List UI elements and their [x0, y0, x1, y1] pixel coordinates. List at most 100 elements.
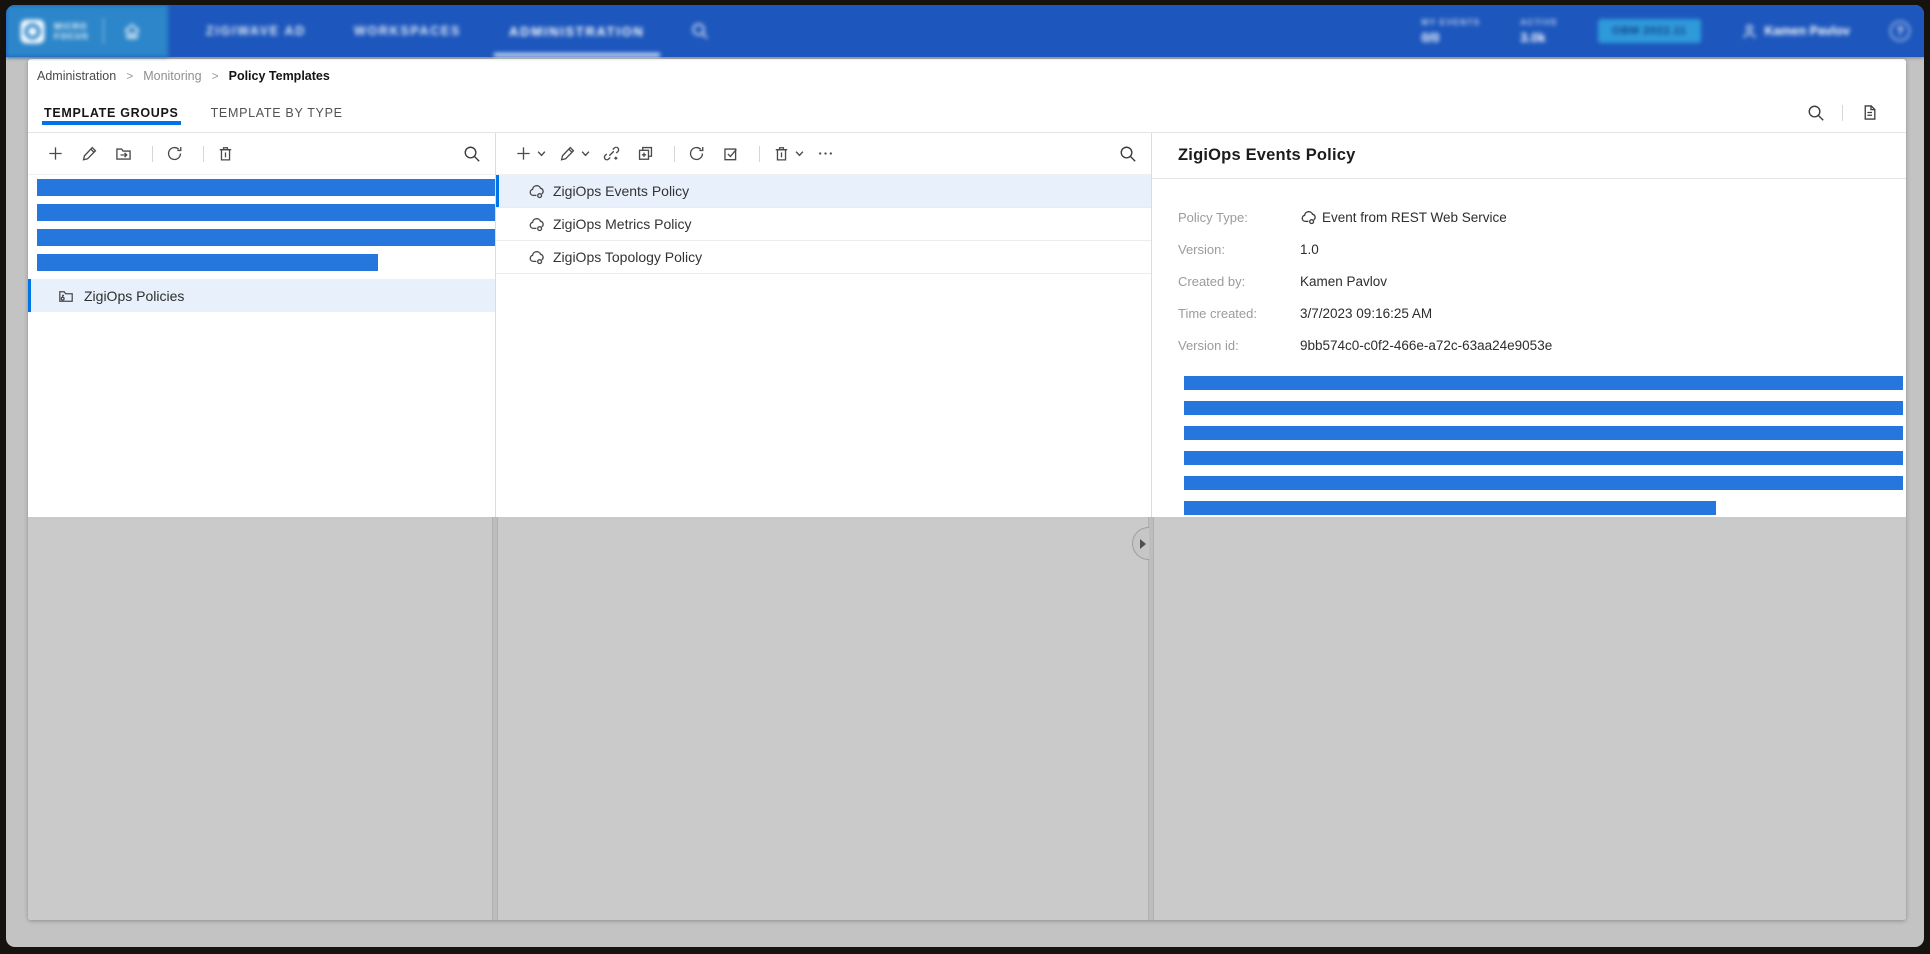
redacted-row [1184, 376, 1903, 390]
refresh-button[interactable] [161, 141, 187, 167]
assign-policy-button[interactable] [598, 141, 624, 167]
policy-row-zigiops-topology-policy[interactable]: ZigiOps Topology Policy [496, 241, 1151, 274]
help-icon[interactable]: ? [1890, 21, 1910, 41]
template-groups-panel: ZigiOps Policies [28, 133, 496, 517]
folder-move-icon [115, 145, 132, 162]
edit-group-button[interactable] [76, 141, 102, 167]
link-plus-icon [603, 145, 620, 162]
user-name: Kamen Pavlov [1765, 24, 1850, 38]
collapse-panel-handle[interactable] [1132, 527, 1149, 560]
user-icon [1741, 23, 1758, 40]
policy-list: ZigiOps Events Policy ZigiOps Metrics Pol… [496, 175, 1151, 274]
detail-label: Version: [1178, 242, 1300, 257]
more-actions-button[interactable] [812, 141, 838, 167]
redacted-row [37, 204, 495, 221]
policy-row-zigiops-metrics-policy[interactable]: ZigiOps Metrics Policy [496, 208, 1151, 241]
plus-icon [515, 145, 532, 162]
activate-policy-button[interactable] [717, 141, 743, 167]
report-button[interactable] [1856, 100, 1882, 126]
delete-policy-button[interactable] [768, 141, 804, 167]
panel-divider[interactable] [1148, 517, 1154, 920]
detail-row-version: Version:1.0 [1178, 233, 1906, 265]
breadcrumb-item-administration[interactable]: Administration [37, 69, 116, 83]
navbar-content: MICRO FOCUS ZIGIWAVE ADWORKSPACESADMINIS… [6, 5, 1924, 57]
groups-search-button[interactable] [463, 145, 481, 163]
breadcrumb-separator: > [126, 69, 133, 83]
tab-row: TEMPLATE GROUPS TEMPLATE BY TYPE [28, 93, 1906, 133]
top-navbar: MICRO FOCUS ZIGIWAVE ADWORKSPACESADMINIS… [6, 5, 1924, 57]
policy-name: ZigiOps Topology Policy [553, 249, 702, 265]
search-button[interactable] [1803, 100, 1829, 126]
policies-toolbar [496, 133, 1151, 175]
search-icon [1807, 104, 1825, 122]
tabs: TEMPLATE GROUPS TEMPLATE BY TYPE [42, 93, 373, 132]
cloud-policy-icon [528, 249, 544, 265]
breadcrumb: Administration>Monitoring>Policy Templat… [28, 59, 1906, 93]
policy-name: ZigiOps Events Policy [553, 183, 689, 199]
add-group-button[interactable] [42, 141, 68, 167]
brand-line2: FOCUS [54, 31, 89, 41]
stat-value: 3.0k [1520, 30, 1558, 45]
redacted-row [1184, 501, 1716, 515]
move-group-button[interactable] [110, 141, 136, 167]
policy-folder-icon [58, 288, 74, 304]
stat-value: 0/0 [1421, 30, 1480, 45]
detail-label: Time created: [1178, 306, 1300, 321]
redacted-row [1184, 476, 1903, 490]
nav-item-administration[interactable]: ADMINISTRATION [485, 5, 669, 57]
tab-template-groups[interactable]: TEMPLATE GROUPS [42, 93, 181, 132]
breadcrumb-item-monitoring[interactable]: Monitoring [143, 69, 201, 83]
detail-rows: Policy Type:Event from REST Web Service V… [1178, 201, 1906, 361]
policy-list-panel: ZigiOps Events Policy ZigiOps Metrics Pol… [496, 133, 1152, 517]
check-square-icon [722, 145, 739, 162]
group-row-zigiops-policies[interactable]: ZigiOps Policies [28, 279, 495, 312]
refresh-button[interactable] [683, 141, 709, 167]
nav-item-zigiwave-ad[interactable]: ZIGIWAVE AD [182, 5, 330, 57]
policy-details: ZigiOps Events Policy Policy Type:Event … [1152, 146, 1906, 515]
delete-group-button[interactable] [212, 141, 238, 167]
groups-toolbar [28, 133, 495, 175]
nav-stat-my-events[interactable]: MY EVENTS0/0 [1421, 17, 1480, 45]
policy-row-zigiops-events-policy[interactable]: ZigiOps Events Policy [496, 175, 1151, 208]
edit-policy-button[interactable] [554, 141, 590, 167]
breadcrumb-separator: > [212, 69, 219, 83]
home-icon[interactable] [122, 21, 142, 41]
expand-arrow-icon [1140, 539, 1146, 549]
redacted-row [37, 229, 495, 246]
details-title: ZigiOps Events Policy [1178, 146, 1906, 165]
microfocus-logo-icon [19, 18, 46, 45]
detail-value: Event from REST Web Service [1300, 209, 1507, 225]
user-menu[interactable]: Kamen Pavlov [1741, 23, 1850, 40]
toolbar-divider [674, 146, 675, 162]
redacted-row [1184, 401, 1903, 415]
document-icon [1861, 104, 1878, 121]
policy-name: ZigiOps Metrics Policy [553, 216, 691, 232]
detail-value-text: 9bb574c0-c0f2-466e-a72c-63aa24e9053e [1300, 338, 1552, 353]
toolbar-divider [203, 146, 204, 162]
global-search-icon[interactable] [691, 22, 709, 40]
navbar-right: MY EVENTS0/0ACTIVE3.0k OBM 2022.11 Kamen… [1421, 5, 1924, 57]
search-icon [1119, 145, 1137, 163]
tab-template-by-type[interactable]: TEMPLATE BY TYPE [209, 93, 345, 132]
refresh-icon [688, 145, 705, 162]
nav-item-workspaces[interactable]: WORKSPACES [330, 5, 485, 57]
brand-line1: MICRO [54, 21, 89, 31]
detail-value: Kamen Pavlov [1300, 274, 1387, 289]
toolbar-divider [152, 146, 153, 162]
brand-block[interactable]: MICRO FOCUS [6, 5, 168, 57]
redacted-detail-rows [1184, 376, 1903, 515]
group-label: ZigiOps Policies [84, 288, 184, 304]
trash-icon [217, 145, 234, 162]
duplicate-policy-button[interactable] [632, 141, 658, 167]
detail-label: Policy Type: [1178, 210, 1300, 225]
detail-label: Version id: [1178, 338, 1300, 353]
nav-stats: MY EVENTS0/0 ACTIVE3.0k [1421, 17, 1558, 45]
policies-search-button[interactable] [1119, 145, 1137, 163]
toolbar-divider [759, 146, 760, 162]
nav-stat-active[interactable]: ACTIVE3.0k [1520, 17, 1558, 45]
add-policy-button[interactable] [510, 141, 546, 167]
brand-name: MICRO FOCUS [54, 21, 89, 41]
tab-row-actions [1803, 93, 1906, 132]
detail-row-version-id: Version id:9bb574c0-c0f2-466e-a72c-63aa2… [1178, 329, 1906, 361]
panel-divider[interactable] [492, 517, 498, 920]
